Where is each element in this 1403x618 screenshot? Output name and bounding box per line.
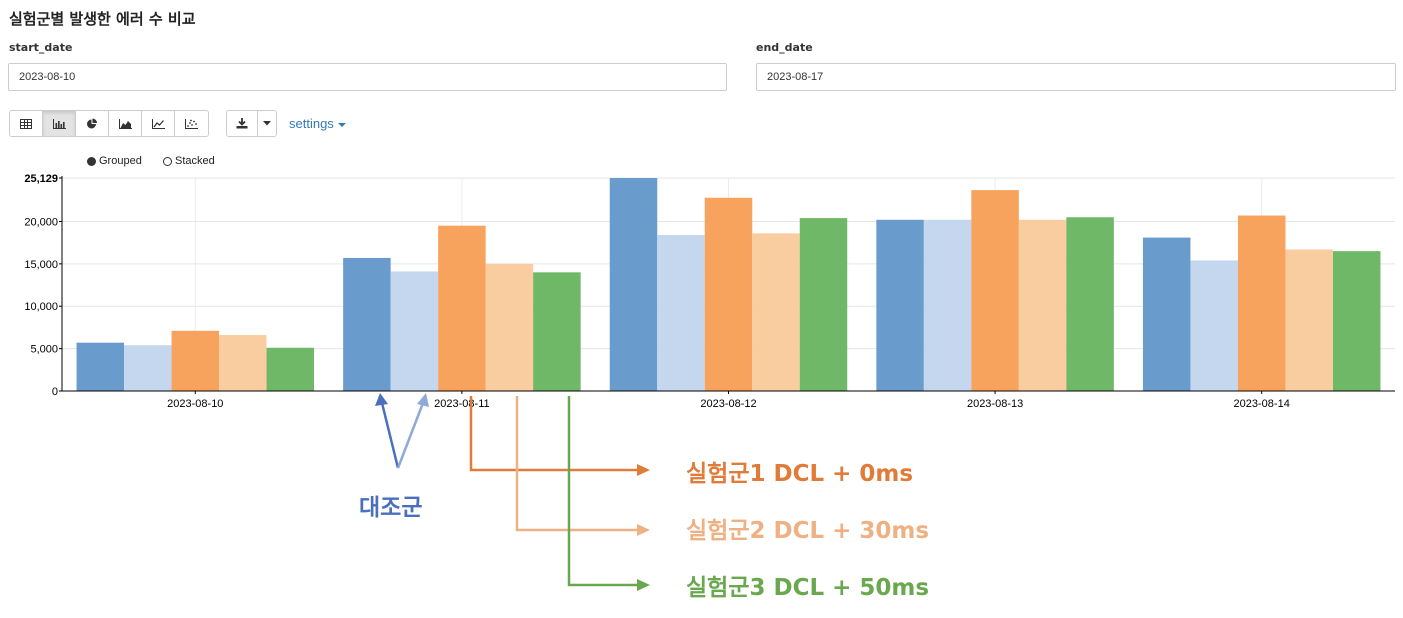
bar: [124, 345, 172, 391]
x-tick-label: 2023-08-11: [434, 398, 489, 410]
control-group-annotation: 대조군: [359, 495, 423, 521]
y-tick-label: 25,129: [24, 173, 58, 185]
exp2-arrowhead: [637, 524, 650, 536]
bar: [657, 235, 705, 391]
bar: [533, 272, 581, 391]
exp1-annotation: 실험군1 DCL + 0ms: [686, 461, 914, 487]
x-tick-label: 2023-08-10: [167, 398, 223, 410]
bar: [438, 225, 486, 391]
exp3-annotation: 실험군3 DCL + 50ms: [686, 575, 930, 601]
bar: [876, 219, 924, 391]
y-tick-label: 0: [52, 386, 58, 398]
exp3-arrowhead: [637, 579, 650, 591]
bar: [171, 330, 220, 391]
bar: [1285, 249, 1333, 391]
exp1-arrow-line: [469, 396, 640, 472]
bar: [752, 233, 800, 391]
y-tick-label: 10,000: [24, 301, 58, 313]
x-tick-label: 2023-08-14: [1234, 398, 1290, 410]
y-tick-label: 5,000: [30, 344, 58, 356]
bar: [704, 197, 753, 391]
bar: [390, 271, 439, 391]
x-tick-label: 2023-08-13: [967, 398, 1023, 410]
bar: [1237, 215, 1286, 391]
bar: [343, 257, 391, 391]
bar: [609, 178, 658, 391]
bar: [1332, 251, 1381, 391]
bar: [799, 218, 848, 391]
exp2-annotation: 실험군2 DCL + 30ms: [686, 518, 930, 544]
bar: [1190, 260, 1238, 391]
control-arrow-line: [396, 402, 425, 469]
exp2-arrow-line: [515, 396, 640, 532]
bar: [219, 335, 267, 391]
exp3-arrow-line: [567, 396, 640, 587]
control-arrowhead: [417, 393, 429, 407]
bar: [1066, 217, 1114, 391]
bar: [485, 263, 534, 391]
bar: [923, 219, 972, 391]
bar: [76, 342, 125, 391]
y-tick-label: 20,000: [24, 216, 58, 228]
x-tick-label: 2023-08-12: [700, 398, 756, 410]
bar: [1018, 219, 1067, 391]
bar: [971, 190, 1019, 391]
bar: [1142, 237, 1191, 391]
control-arrow-line: [380, 402, 400, 469]
exp1-arrowhead: [637, 464, 650, 476]
bar: [266, 347, 315, 391]
y-tick-label: 15,000: [24, 259, 58, 271]
control-arrowhead: [375, 393, 388, 406]
